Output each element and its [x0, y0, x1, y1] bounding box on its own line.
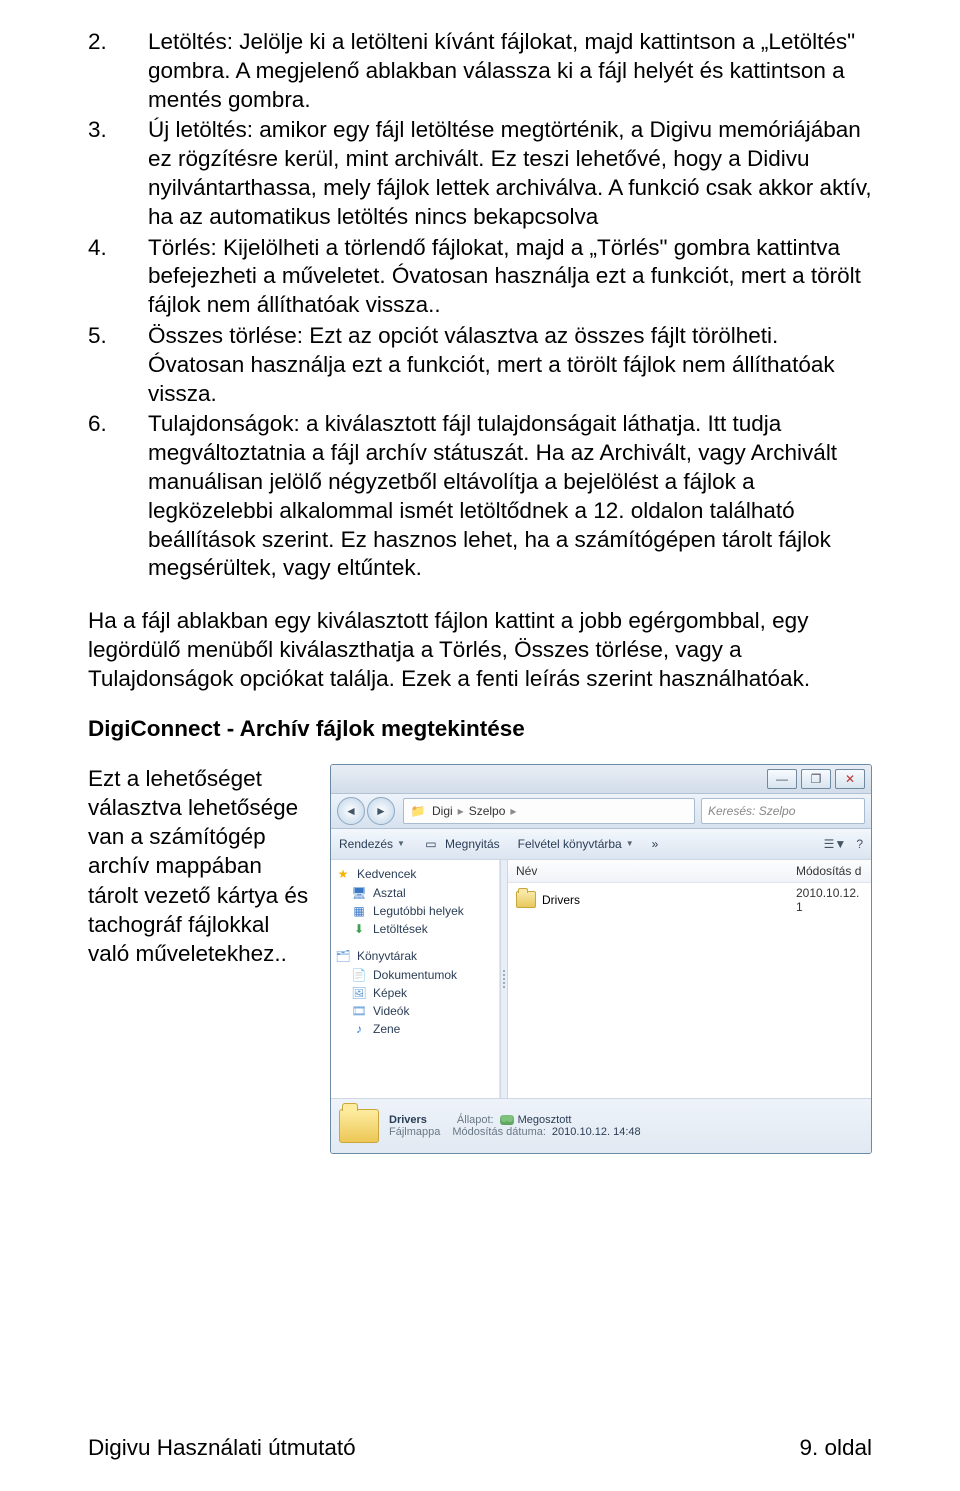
nav-bar: ◄ ► 📁 Digi ▸ Szelpo ▸ Keresés: Szelpo [331, 794, 871, 829]
window-titlebar[interactable]: — ❐ ✕ [331, 765, 871, 794]
minimize-icon: — [776, 772, 788, 786]
column-header-row: Név Módosítás d [508, 860, 871, 883]
help-icon: ? [856, 837, 863, 851]
modified-value: 2010.10.12. 14:48 [552, 1126, 641, 1138]
folder-icon: 📁 [410, 803, 426, 819]
sidebar-item-videos[interactable]: 🎞Videók [335, 1002, 495, 1020]
list-item: 3. Új letöltés: amikor egy fájl letöltés… [88, 116, 872, 231]
chevron-down-icon: ▼ [834, 837, 846, 851]
view-icon: ☰ [824, 837, 835, 851]
nav-pane: ★Kedvencek 🖥Asztal ▦Legutóbbi helyek ⬇Le… [331, 860, 500, 1098]
overflow-button[interactable]: » [652, 837, 659, 851]
status-label: Állapot: [457, 1114, 494, 1126]
open-icon: ▭ [423, 836, 439, 852]
explorer-screenshot: — ❐ ✕ ◄ ► 📁 Digi ▸ Szelpo ▸ Keresés: Sze… [330, 764, 872, 1154]
item-text: Tulajdonságok: a kiválasztott fájl tulaj… [148, 410, 872, 583]
sidebar-item-pictures[interactable]: 🖼Képek [335, 984, 495, 1002]
toolbar: Rendezés▼ ▭Megnyitás Felvétel könyvtárba… [331, 829, 871, 860]
col-name-header[interactable]: Név [516, 864, 796, 878]
sidebar-item-music[interactable]: ♪Zene [335, 1020, 495, 1038]
view-button[interactable]: ☰▼ [824, 837, 847, 851]
back-button[interactable]: ◄ [337, 797, 365, 825]
star-icon: ★ [335, 866, 351, 882]
download-icon: ⬇ [351, 921, 367, 937]
library-icon: 🗂 [335, 948, 351, 964]
sidebar-item-desktop[interactable]: 🖥Asztal [335, 884, 495, 902]
footer-right: 9. oldal [799, 1435, 872, 1461]
breadcrumb[interactable]: 📁 Digi ▸ Szelpo ▸ [403, 798, 695, 824]
document-icon: 📄 [351, 967, 367, 983]
help-button[interactable]: ? [856, 837, 863, 851]
splitter-handle[interactable] [500, 860, 508, 1098]
search-input[interactable]: Keresés: Szelpo [701, 798, 865, 824]
chevron-down-icon: ▼ [397, 839, 405, 848]
chevron-right-icon: ▸ [510, 804, 516, 818]
desktop-icon: 🖥 [351, 885, 367, 901]
forward-icon: ► [375, 804, 387, 818]
item-number: 5. [88, 322, 148, 408]
footer-left: Digivu Használati útmutató [88, 1435, 356, 1461]
close-icon: ✕ [845, 772, 855, 786]
crumb-segment[interactable]: Szelpo [469, 804, 506, 818]
forward-button[interactable]: ► [367, 797, 395, 825]
item-number: 6. [88, 410, 148, 583]
folder-icon [339, 1109, 379, 1143]
chevron-right-icon: ▸ [458, 804, 464, 818]
maximize-icon: ❐ [811, 772, 822, 786]
type-label: Fájlmappa [389, 1126, 440, 1138]
list-item: 4. Törlés: Kijelölheti a törlendő fájlok… [88, 234, 872, 320]
file-name: Drivers [542, 893, 580, 907]
open-button[interactable]: ▭Megnyitás [423, 836, 500, 852]
folder-icon [516, 891, 536, 908]
organize-dropdown[interactable]: Rendezés▼ [339, 837, 405, 851]
picture-icon: 🖼 [351, 985, 367, 1001]
list-item: 6. Tulajdonságok: a kiválasztott fájl tu… [88, 410, 872, 583]
minimize-button[interactable]: — [767, 769, 797, 789]
item-text: Törlés: Kijelölheti a törlendő fájlokat,… [148, 234, 872, 320]
favorites-group[interactable]: ★Kedvencek [335, 866, 495, 882]
include-library-dropdown[interactable]: Felvétel könyvtárba▼ [518, 837, 634, 851]
intro-text: Ezt a lehetőséget választva lehetősége v… [88, 764, 316, 969]
libraries-group[interactable]: 🗂Könyvtárak [335, 948, 495, 964]
item-text: Új letöltés: amikor egy fájl letöltése m… [148, 116, 872, 231]
file-list-pane: Név Módosítás d Drivers 2010.10.12. 1 [508, 860, 871, 1098]
item-text: Összes törlése: Ezt az opciót választva … [148, 322, 872, 408]
col-modified-header[interactable]: Módosítás d [796, 864, 863, 878]
crumb-segment[interactable]: Digi [432, 804, 453, 818]
list-item: 2. Letöltés: Jelölje ki a letölteni kívá… [88, 28, 872, 114]
recent-icon: ▦ [351, 903, 367, 919]
page-footer: Digivu Használati útmutató 9. oldal [88, 1435, 872, 1461]
shared-icon [500, 1115, 514, 1125]
details-pane: Drivers Állapot: Megosztott Fájlmappa Mó… [331, 1098, 871, 1153]
explorer-window[interactable]: — ❐ ✕ ◄ ► 📁 Digi ▸ Szelpo ▸ Keresés: Sze… [330, 764, 872, 1154]
selected-name: Drivers [389, 1114, 427, 1126]
item-number: 2. [88, 28, 148, 114]
music-icon: ♪ [351, 1021, 367, 1037]
maximize-button[interactable]: ❐ [801, 769, 831, 789]
file-row[interactable]: Drivers 2010.10.12. 1 [516, 889, 863, 911]
modified-label: Módosítás dátuma: [452, 1126, 546, 1138]
sidebar-item-documents[interactable]: 📄Dokumentumok [335, 966, 495, 984]
section-heading: DigiConnect - Archív fájlok megtekintése [88, 716, 872, 742]
list-item: 5. Összes törlése: Ezt az opciót választ… [88, 322, 872, 408]
grip-icon [503, 970, 505, 988]
numbered-list: 2. Letöltés: Jelölje ki a letölteni kívá… [88, 28, 872, 583]
paragraph: Ha a fájl ablakban egy kiválasztott fájl… [88, 607, 872, 693]
shared-indicator: Megosztott [500, 1114, 572, 1126]
sidebar-item-downloads[interactable]: ⬇Letöltések [335, 920, 495, 938]
search-placeholder: Keresés: Szelpo [708, 804, 795, 818]
chevron-down-icon: ▼ [626, 839, 634, 848]
item-number: 4. [88, 234, 148, 320]
video-icon: 🎞 [351, 1003, 367, 1019]
file-date: 2010.10.12. 1 [796, 886, 863, 914]
sidebar-item-recent[interactable]: ▦Legutóbbi helyek [335, 902, 495, 920]
item-number: 3. [88, 116, 148, 231]
back-icon: ◄ [345, 804, 357, 818]
close-button[interactable]: ✕ [835, 769, 865, 789]
item-text: Letöltés: Jelölje ki a letölteni kívánt … [148, 28, 872, 114]
